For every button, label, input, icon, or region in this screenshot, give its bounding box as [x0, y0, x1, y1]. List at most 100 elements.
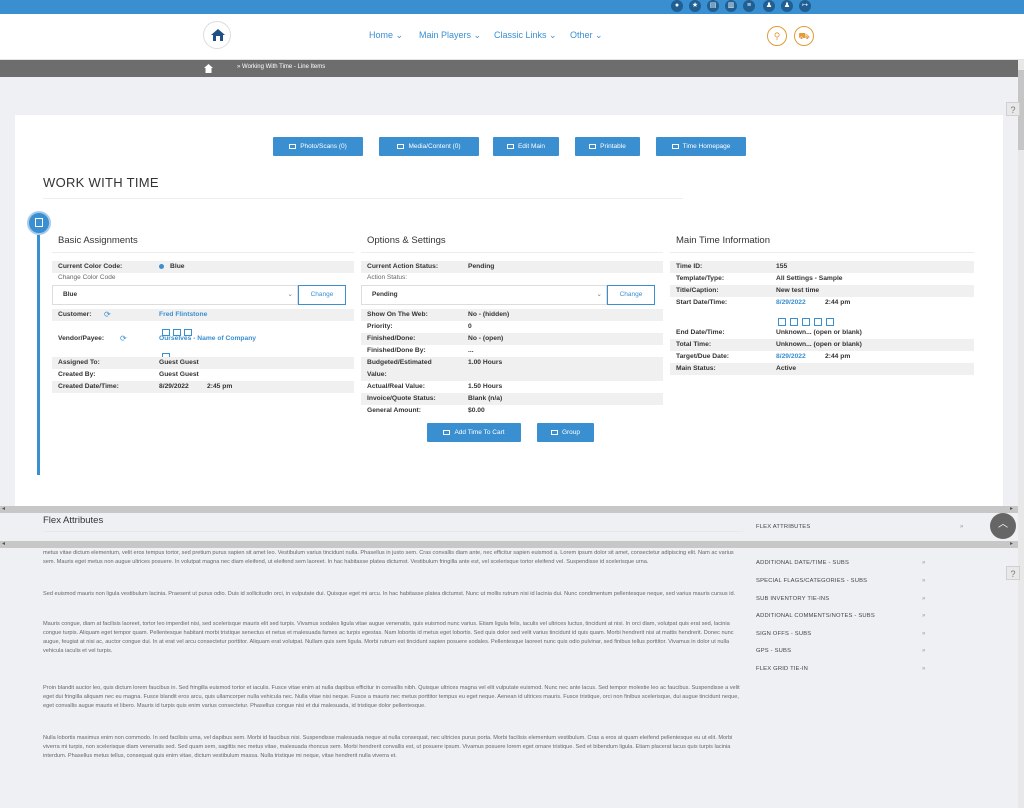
lorem-paragraph: Sed euismod mauris non ligula vestibulum…	[43, 591, 736, 597]
logout-icon[interactable]: ↦	[799, 0, 811, 12]
lorem-paragraph: metus vitae dictum elementum, velit eros…	[43, 550, 734, 565]
sidebar-item[interactable]: FLEX GRID TIE-IN	[756, 666, 808, 672]
sidebar-item[interactable]: SPECIAL FLAGS/CATEGORIES - SUBS	[756, 578, 867, 584]
time-homepage-button[interactable]: Time Homepage	[656, 137, 746, 156]
chevron-right-icon: »	[922, 560, 926, 566]
nav-classic-links[interactable]: Classic Links ⌄	[494, 30, 557, 41]
chevron-right-icon: »	[922, 596, 926, 602]
star-icon[interactable]: ★	[689, 0, 701, 12]
vendor-row: Vendor/Payee: ⟳ Ourselves - Name of Comp…	[58, 334, 256, 343]
edit-icon	[506, 143, 514, 149]
edit-main-button[interactable]: Edit Main	[493, 137, 559, 156]
media-content-button[interactable]: Media/Content (0)	[379, 137, 479, 156]
option-row: Value:	[361, 369, 663, 381]
refresh-icon[interactable]: ⟳	[120, 334, 127, 343]
chevron-right-icon: »	[922, 631, 926, 637]
user-icon[interactable]: ♟	[763, 0, 775, 12]
help-button[interactable]: ?	[1006, 102, 1020, 116]
scroll-to-top-button[interactable]: ︿	[990, 513, 1016, 539]
option-row: Finished/Done: No - (open)	[361, 333, 663, 345]
site-logo[interactable]	[203, 21, 231, 49]
print-icon	[589, 143, 597, 149]
cart-icon	[443, 429, 451, 435]
section-title: Main Time Information	[670, 235, 974, 253]
section-title: Options & Settings	[361, 235, 663, 253]
info-row: Main Status: Active	[670, 363, 974, 375]
info-row: Template/Type: All Settings - Sample	[676, 275, 843, 282]
title-divider	[43, 198, 683, 199]
calendar-actions	[670, 309, 974, 327]
calendar-icon[interactable]	[814, 318, 822, 326]
nav-main-players[interactable]: Main Players ⌄	[419, 30, 481, 41]
calendar-icon[interactable]	[790, 318, 798, 326]
globe-icon[interactable]: ●	[671, 0, 683, 12]
home-icon[interactable]	[204, 64, 213, 73]
printable-button[interactable]: Printable	[575, 137, 640, 156]
info-row: End Date/Time: Unknown... (open or blank)	[676, 329, 862, 336]
search-icon[interactable]: ⚲	[767, 26, 787, 46]
doc-icon[interactable]: ▤	[707, 0, 719, 12]
option-row: Budgeted/Estimated 1.00 Hours	[361, 357, 663, 369]
scroll-right-icon[interactable]: ▸	[1010, 540, 1013, 547]
photo-scans-button[interactable]: Photo/Scans (0)	[273, 137, 363, 156]
photo-icon	[289, 143, 297, 149]
option-row: Actual/Real Value: 1.50 Hours	[367, 383, 503, 390]
horizontal-scrollbar[interactable]: ◂ ▸	[0, 541, 1018, 548]
customer-actions	[52, 321, 354, 336]
clock-icon	[671, 143, 679, 149]
nav-home[interactable]: Home ⌄	[369, 30, 403, 41]
basic-assignments-section: Basic Assignments Current Color Code: Bl…	[52, 235, 354, 393]
chevron-right-icon: »	[922, 578, 926, 584]
action-status-select[interactable]: Pending ⌄	[361, 285, 607, 305]
chevron-right-icon: »	[960, 524, 964, 530]
user-add-icon[interactable]: ♟	[781, 0, 793, 12]
scroll-right-icon[interactable]: ▸	[1010, 505, 1013, 512]
help-button[interactable]: ?	[1006, 566, 1020, 580]
scroll-left-icon[interactable]: ◂	[2, 540, 5, 547]
calendar-icon[interactable]	[826, 318, 834, 326]
info-row: Title/Caption: New test time	[670, 285, 974, 297]
option-row: Priority: 0	[367, 323, 472, 330]
list-icon[interactable]: ≡	[743, 0, 755, 12]
calendar-icon[interactable]	[778, 318, 786, 326]
customer-row: Customer: ⟳ Fred Flintstone	[52, 309, 354, 321]
chevron-down-icon: ⌄	[287, 291, 293, 298]
media-icon	[397, 143, 405, 149]
created-by-row: Created By: Guest Guest	[58, 371, 199, 378]
group-button[interactable]: Group	[537, 423, 594, 442]
section-title: Basic Assignments	[52, 235, 354, 253]
calendar-icon[interactable]	[802, 318, 810, 326]
sidebar-item[interactable]: SUB INVENTORY TIE-INS	[756, 596, 829, 602]
top-utility-bar: ● ★ ▤ ▥ ≡ ♟ ♟ ↦	[0, 0, 1024, 14]
info-row: Time ID: 155	[670, 261, 974, 273]
sidebar-item[interactable]: SIGN OFFS - SUBS	[756, 631, 811, 637]
change-action-button[interactable]: Change	[607, 285, 655, 305]
chevron-right-icon: »	[922, 666, 926, 672]
main-panel: Photo/Scans (0) Media/Content (0) Edit M…	[15, 115, 1003, 510]
print-icon[interactable]: ▥	[725, 0, 737, 12]
sidebar-item[interactable]: GPS - SUBS	[756, 648, 791, 654]
sidebar-header[interactable]: FLEX ATTRIBUTES	[756, 524, 810, 530]
option-row: Show On The Web: No - (hidden)	[361, 309, 663, 321]
info-row: Total Time: Unknown... (open or blank)	[670, 339, 974, 351]
scroll-left-icon[interactable]: ◂	[2, 505, 5, 512]
action-status-row: Current Action Status: Pending	[361, 261, 663, 273]
vendor-actions	[52, 345, 354, 360]
change-color-button[interactable]: Change	[298, 285, 346, 305]
main-time-info-section: Main Time Information Time ID: 155 Templa…	[670, 235, 974, 375]
cart-icon[interactable]: ⛟	[794, 26, 814, 46]
vertical-scrollbar[interactable]	[1018, 60, 1024, 808]
color-select[interactable]: Blue ⌄	[52, 285, 298, 305]
flex-divider	[43, 531, 743, 532]
nav-other[interactable]: Other ⌄	[570, 30, 603, 41]
sidebar-item[interactable]: ADDITIONAL COMMENTS/NOTES - SUBS	[756, 613, 875, 619]
add-time-to-cart-button[interactable]: Add Time To Cart	[427, 423, 521, 442]
color-code-row: Current Color Code: Blue	[52, 261, 354, 273]
breadcrumb-current: » Working With Time - Line Items	[237, 64, 326, 70]
sidebar-item[interactable]: ADDITIONAL DATE/TIME - SUBS	[756, 560, 849, 566]
refresh-icon[interactable]: ⟳	[104, 310, 111, 319]
lorem-paragraph: Mauris congue, diam at facilisis laoreet…	[43, 621, 734, 654]
action-status-label: Action Status:	[367, 274, 408, 281]
horizontal-scrollbar[interactable]: ◂ ▸	[0, 506, 1018, 513]
assigned-row: Assigned To: Guest Guest	[52, 357, 354, 369]
